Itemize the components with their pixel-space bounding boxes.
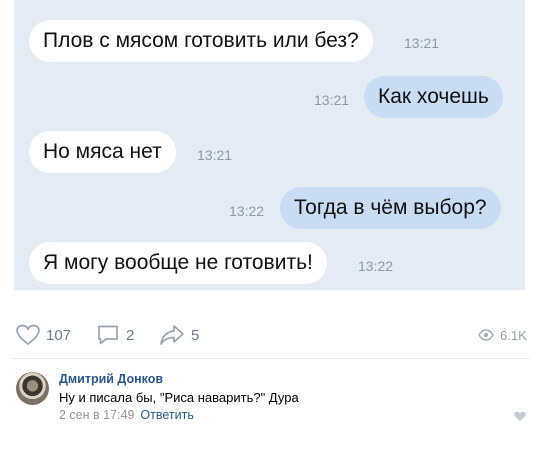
comment-count: 2 xyxy=(126,326,135,344)
post-actions: 107 2 5 6.1K xyxy=(0,318,548,352)
comment-item: Дмитрий Донков Ну и писала бы, "Риса нав… xyxy=(0,360,548,455)
divider xyxy=(12,358,530,359)
message-bubble: Плов с мясом готовить или без? xyxy=(29,20,373,62)
message-time: 13:21 xyxy=(314,92,350,108)
message-time: 13:22 xyxy=(358,258,394,274)
message-bubble: Тогда в чём выбор? xyxy=(280,187,501,229)
views-counter: 6.1K xyxy=(478,318,527,352)
avatar[interactable] xyxy=(16,372,49,405)
like-button[interactable]: 107 xyxy=(16,318,71,352)
message-bubble: Я могу вообще не готовить! xyxy=(29,242,327,284)
share-count: 5 xyxy=(191,326,200,344)
heart-icon xyxy=(16,324,40,346)
share-button[interactable]: 5 xyxy=(159,318,199,352)
comment-author[interactable]: Дмитрий Донков xyxy=(59,372,163,386)
message-bubble: Но мяса нет xyxy=(29,131,176,173)
message-time: 13:22 xyxy=(229,203,265,219)
views-count: 6.1K xyxy=(500,327,527,343)
chat-screenshot: Плов с мясом готовить или без? 13:21 Как… xyxy=(14,0,525,290)
comment-like-button[interactable] xyxy=(514,409,526,427)
share-icon xyxy=(160,325,184,345)
like-heart-icon xyxy=(514,411,526,421)
message-time: 13:21 xyxy=(404,35,440,51)
comment-meta: 2 сен в 17:49 Ответить xyxy=(59,408,194,422)
message-time: 13:21 xyxy=(197,147,233,163)
reply-link[interactable]: Ответить xyxy=(140,408,193,422)
comment-date[interactable]: 2 сен в 17:49 xyxy=(59,408,134,422)
comment-text: Ну и писала бы, "Риса наварить?" Дура xyxy=(59,390,299,405)
comment-button[interactable]: 2 xyxy=(96,318,134,352)
like-count: 107 xyxy=(46,326,72,344)
eye-icon xyxy=(478,329,494,341)
comment-icon xyxy=(98,325,118,345)
message-bubble: Как хочешь xyxy=(364,76,503,118)
